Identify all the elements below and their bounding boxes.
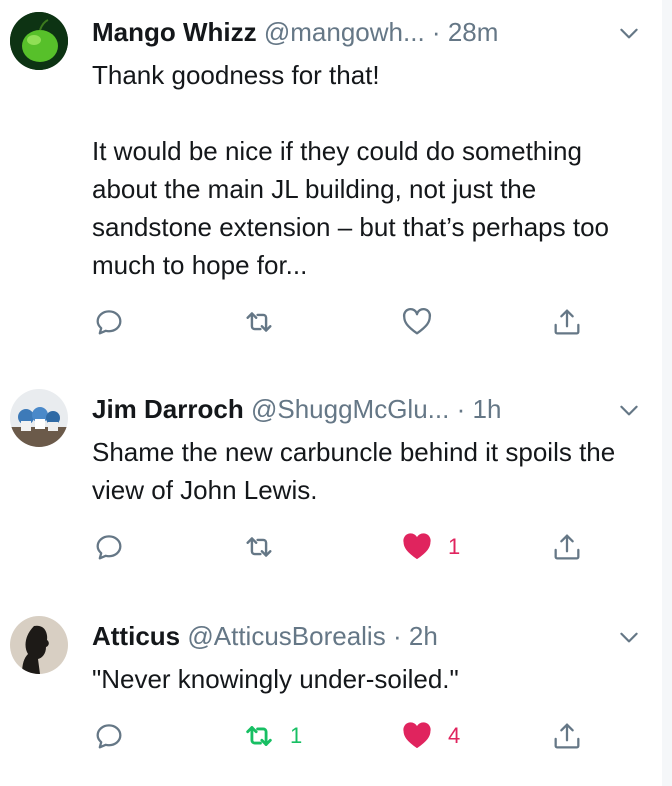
avatar-atticus[interactable] (10, 616, 68, 674)
like-count: 4 (448, 723, 461, 748)
share-icon (554, 534, 580, 560)
tweet-actions (92, 302, 592, 342)
timestamp[interactable]: 1h (472, 394, 501, 424)
like-button[interactable] (400, 302, 448, 342)
reply-button[interactable] (92, 302, 126, 342)
retweet-button[interactable]: 1 (242, 716, 302, 756)
timestamp[interactable]: 2h (409, 621, 438, 651)
reply-button[interactable] (92, 716, 126, 756)
tweet-2[interactable]: Jim Darroch @ShuggMcGlu... · 1h Shame th… (0, 375, 662, 590)
share-button[interactable] (550, 716, 584, 756)
reply-button[interactable] (92, 527, 126, 567)
retweet-count: 1 (290, 723, 303, 748)
retweet-icon (246, 312, 272, 332)
tweet-text: Shame the new carbuncle behind it spoils… (92, 437, 616, 505)
author-name[interactable]: Mango Whizz (92, 17, 257, 47)
like-button[interactable]: 4 (400, 716, 460, 756)
retweet-icon (246, 537, 272, 557)
author-handle[interactable]: @ShuggMcGlu... (251, 394, 449, 424)
chevron-down-icon[interactable] (616, 624, 642, 650)
retweet-button[interactable] (242, 527, 290, 567)
separator: · (456, 394, 466, 424)
tweet-actions: 1 (92, 527, 592, 567)
chevron-down-icon[interactable] (616, 20, 642, 46)
author-handle[interactable]: @AtticusBorealis (187, 621, 385, 651)
tweet-actions: 1 4 (92, 716, 592, 756)
tweet-header: Atticus @AtticusBorealis · 2h (92, 618, 624, 654)
retweet-button[interactable] (242, 302, 290, 342)
tweet-text: Thank goodness for that! It would be nic… (92, 60, 610, 280)
like-button[interactable]: 1 (400, 527, 460, 567)
timestamp[interactable]: 28m (448, 17, 499, 47)
like-icon (403, 533, 431, 560)
tweet-text: "Never knowingly under-soiled." (92, 664, 459, 694)
like-icon (402, 307, 432, 335)
tweet-header: Mango Whizz @mangowh... · 28m (92, 14, 624, 50)
author-handle[interactable]: @mangowh... (264, 17, 425, 47)
reply-icon (96, 724, 122, 749)
like-count: 1 (448, 534, 461, 559)
avatar-mango-whizz[interactable] (10, 12, 68, 70)
author-name[interactable]: Jim Darroch (92, 394, 244, 424)
chevron-down-icon[interactable] (616, 397, 642, 423)
tweet-1[interactable]: Mango Whizz @mangowh... · 28m Thank good… (0, 0, 662, 360)
share-button[interactable] (550, 527, 584, 567)
share-icon (554, 309, 580, 335)
share-button[interactable] (550, 302, 584, 342)
tweet-header: Jim Darroch @ShuggMcGlu... · 1h (92, 391, 624, 427)
retweet-icon (246, 726, 272, 746)
reply-icon (96, 310, 122, 335)
separator: · (431, 17, 441, 47)
avatar-jim-darroch[interactable] (10, 389, 68, 447)
like-icon (403, 722, 431, 749)
reply-icon (96, 535, 122, 560)
tweet-3[interactable]: Atticus @AtticusBorealis · 2h "Never kno… (0, 604, 662, 786)
separator: · (392, 621, 402, 651)
scroll-edge (662, 0, 672, 786)
author-name[interactable]: Atticus (92, 621, 180, 651)
share-icon (554, 723, 580, 749)
